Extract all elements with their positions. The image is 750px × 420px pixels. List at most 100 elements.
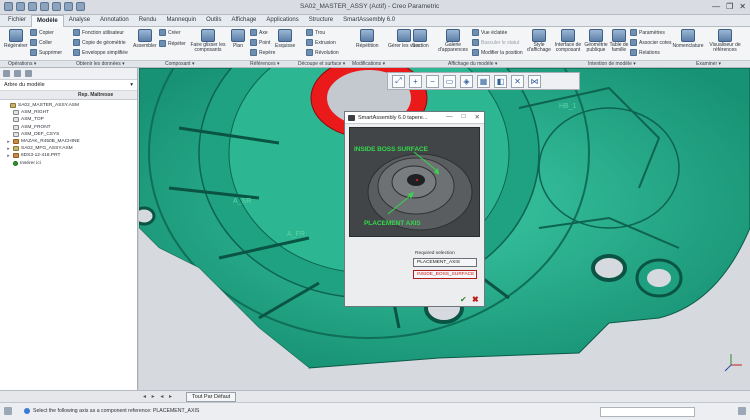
group-datum[interactable]: Références ▾ bbox=[250, 61, 279, 67]
tab-smartassembly[interactable]: SmartAssembly 6.0 bbox=[338, 15, 400, 27]
tab-applications[interactable]: Applications bbox=[261, 15, 303, 27]
extrude-button[interactable]: Extrusion bbox=[306, 39, 336, 46]
bill-of-materials-button[interactable]: Nomenclature bbox=[672, 29, 704, 49]
selection-filter[interactable] bbox=[600, 407, 695, 417]
model-tree-tab-icon[interactable] bbox=[3, 70, 10, 77]
dialog-minimize-button[interactable]: — bbox=[446, 113, 453, 121]
minimize-button[interactable]: — bbox=[712, 2, 720, 11]
repeat-button[interactable]: Répéter bbox=[159, 40, 186, 47]
parameters-button[interactable]: Paramètres bbox=[630, 29, 665, 36]
copy-geometry-button[interactable]: Copie de géométrie bbox=[73, 39, 126, 46]
publish-geometry-button[interactable]: Géométrie publique bbox=[583, 29, 609, 53]
maximize-button[interactable]: ❐ bbox=[726, 2, 733, 11]
group-component[interactable]: Composant ▾ bbox=[165, 61, 194, 67]
annotation-display-icon[interactable]: ⋈ bbox=[528, 74, 541, 88]
tab-annotation[interactable]: Annotation bbox=[95, 15, 134, 27]
group-modifiers[interactable]: Modifications ▾ bbox=[352, 61, 385, 67]
zoom-in-icon[interactable]: + bbox=[409, 74, 422, 88]
group-model-intent[interactable]: Intention de modèle ▾ bbox=[588, 61, 636, 67]
model-tree-header[interactable]: Arbre du modèle ▾ bbox=[0, 80, 137, 91]
saved-views-icon[interactable]: ▦ bbox=[477, 74, 490, 88]
sketch-button[interactable]: Esquisse bbox=[275, 29, 295, 49]
tree-item[interactable]: ASM_TOP bbox=[0, 116, 137, 123]
pattern-button[interactable]: Répétition bbox=[356, 29, 379, 49]
chevron-down-icon[interactable]: ▾ bbox=[130, 82, 133, 88]
edit-position-button[interactable]: Modifier la position bbox=[472, 49, 523, 56]
ok-check-button[interactable]: ✔ bbox=[460, 295, 469, 304]
tab-affichage[interactable]: Affichage bbox=[226, 15, 261, 27]
tab-outils[interactable]: Outils bbox=[201, 15, 226, 27]
dialog-close-button[interactable]: ✕ bbox=[475, 113, 480, 121]
zoom-out-icon[interactable]: − bbox=[426, 74, 439, 88]
revolve-button[interactable]: Révolution bbox=[306, 49, 339, 56]
assemble-button[interactable]: Assembler bbox=[133, 29, 157, 49]
favorites-icon[interactable] bbox=[25, 70, 32, 77]
exploded-view-button[interactable]: Vue éclatée bbox=[472, 29, 507, 36]
tab-scroll-arrows[interactable]: ◂ ▸ ◂ ▸ bbox=[143, 393, 174, 400]
drag-components-button[interactable]: Faire glisser les composants bbox=[188, 29, 228, 53]
expand-arrow-icon[interactable]: ▸ bbox=[6, 153, 11, 159]
cancel-x-button[interactable]: ✖ bbox=[472, 295, 481, 304]
placement-axis-selector[interactable]: PLACEMENT_AXIS bbox=[413, 258, 477, 267]
expand-arrow-icon[interactable]: ▸ bbox=[6, 139, 11, 145]
datum-display-icon[interactable]: ✕ bbox=[511, 74, 524, 88]
tab-analyse[interactable]: Analyse bbox=[64, 15, 95, 27]
appearance-gallery-button[interactable]: Galerie d'apparences bbox=[438, 29, 468, 53]
redo-icon[interactable] bbox=[52, 2, 61, 11]
smart-filter-icon[interactable] bbox=[738, 407, 746, 415]
regenerate-icon[interactable] bbox=[64, 2, 73, 11]
component-interface-button[interactable]: Interface de composant bbox=[553, 29, 583, 53]
user-feature-button[interactable]: Fonction utilisateur bbox=[73, 29, 124, 36]
create-button[interactable]: Créer bbox=[159, 29, 181, 36]
delete-button[interactable]: Supprimer bbox=[30, 49, 62, 56]
tree-item[interactable]: SA02_MASTER_ASSY.ASM bbox=[0, 102, 137, 109]
new-file-icon[interactable] bbox=[4, 2, 13, 11]
orient-icon[interactable]: ◈ bbox=[460, 74, 473, 88]
tree-item[interactable]: ▸ MAZAK_R450B_MACHINE bbox=[0, 138, 137, 145]
refit-icon[interactable]: ⤢ bbox=[392, 74, 405, 88]
expand-arrow-icon[interactable]: ▸ bbox=[6, 146, 11, 152]
associate-dimensions-button[interactable]: Associer cotes bbox=[630, 39, 672, 46]
toggle-status-button[interactable]: Basculer le statut bbox=[472, 39, 519, 46]
group-get-data[interactable]: Obtenir les données ▾ bbox=[76, 61, 125, 67]
dialog-maximize-button[interactable]: □ bbox=[462, 113, 466, 121]
point-button[interactable]: Point bbox=[250, 39, 270, 46]
paste-button[interactable]: Coller bbox=[30, 39, 52, 46]
copy-button[interactable]: Copier bbox=[30, 29, 54, 36]
tab-fichier[interactable]: Fichier bbox=[3, 15, 31, 27]
master-rep-column[interactable]: Rep. Maîtresse bbox=[78, 92, 113, 98]
display-style-button[interactable]: Style d'affichage bbox=[527, 29, 551, 53]
view-tab-default[interactable]: Tout Par Défaut bbox=[186, 392, 237, 402]
group-operations[interactable]: Opérations ▾ bbox=[8, 61, 36, 67]
save-icon[interactable] bbox=[28, 2, 37, 11]
repaint-icon[interactable]: ▭ bbox=[443, 74, 456, 88]
axis-button[interactable]: Axe bbox=[250, 29, 268, 36]
family-table-button[interactable]: Table de famille bbox=[608, 29, 630, 53]
undo-icon[interactable] bbox=[40, 2, 49, 11]
tab-mannequin[interactable]: Mannequin bbox=[161, 15, 201, 27]
regenerate-button[interactable]: Régénérer bbox=[4, 29, 28, 49]
group-investigate[interactable]: Examiner ▾ bbox=[696, 61, 721, 67]
tree-item[interactable]: ▸ 6DS3-12-418.PRT bbox=[0, 152, 137, 159]
group-model-display[interactable]: Affichage du modèle ▾ bbox=[448, 61, 497, 67]
tree-item[interactable]: ▸ SA02_MFG_ASSY.ASM bbox=[0, 145, 137, 152]
group-cut-surface[interactable]: Découpe et surface ▾ bbox=[298, 61, 345, 67]
hole-button[interactable]: Trou bbox=[306, 29, 325, 36]
relations-button[interactable]: Relations bbox=[630, 49, 660, 56]
tab-structure[interactable]: Structure bbox=[304, 15, 338, 27]
shrinkwrap-button[interactable]: Enveloppe simplifiée bbox=[73, 49, 128, 56]
tab-rendu[interactable]: Rendu bbox=[134, 15, 162, 27]
close-window-icon[interactable] bbox=[76, 2, 85, 11]
inside-boss-surface-selector[interactable]: INSIDE_BOSS_SURFACE bbox=[413, 270, 477, 279]
display-style-icon[interactable]: ◧ bbox=[494, 74, 507, 88]
tree-item[interactable]: ASM_DEF_CSYS bbox=[0, 131, 137, 138]
tree-item[interactable]: ASM_RIGHT bbox=[0, 109, 137, 116]
close-button[interactable]: ✕ bbox=[739, 2, 746, 11]
quick-access-toolbar[interactable] bbox=[4, 2, 85, 11]
open-file-icon[interactable] bbox=[16, 2, 25, 11]
datum-plane-button[interactable]: Plan bbox=[231, 29, 245, 49]
panel-toggle-icon[interactable] bbox=[4, 407, 12, 415]
reference-viewer-button[interactable]: Visualiseur de références bbox=[703, 29, 747, 53]
csys-button[interactable]: Repère bbox=[250, 49, 275, 56]
section-button[interactable]: Section bbox=[412, 29, 429, 49]
